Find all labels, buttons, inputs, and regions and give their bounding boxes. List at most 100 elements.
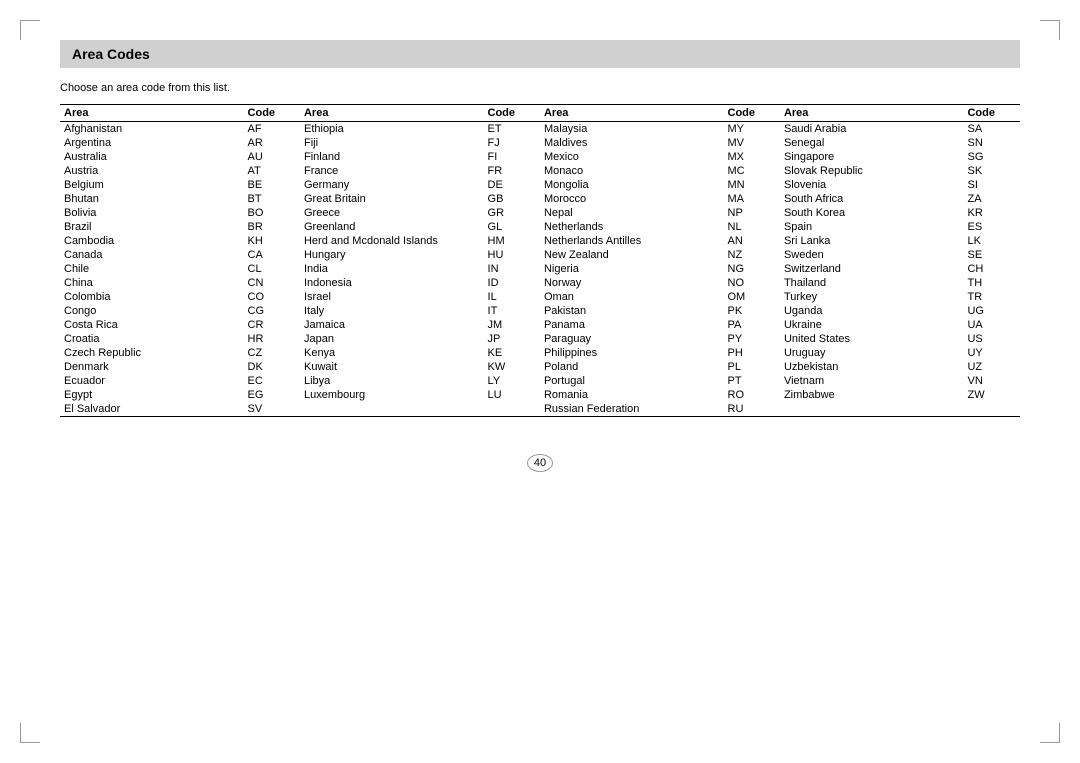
area-col1: Congo <box>60 304 244 318</box>
area-col1: Bhutan <box>60 192 244 206</box>
code-col1: AR <box>244 136 300 150</box>
area-col1: Bolivia <box>60 206 244 220</box>
table-row: Costa Rica CR Jamaica JM Panama PA Ukrai… <box>60 318 1020 332</box>
table-row: Cambodia KH Herd and Mcdonald Islands HM… <box>60 234 1020 248</box>
code-col1: CL <box>244 262 300 276</box>
code-col1: EG <box>244 388 300 402</box>
code-col2: IN <box>484 262 540 276</box>
code-col2: LY <box>484 374 540 388</box>
code-col2: FR <box>484 164 540 178</box>
area-col3: Maldives <box>540 136 724 150</box>
table-row: China CN Indonesia ID Norway NO Thailand… <box>60 276 1020 290</box>
code-col1: EC <box>244 374 300 388</box>
header-area-1: Area <box>60 105 244 122</box>
code-col1: AT <box>244 164 300 178</box>
area-col4: South Africa <box>780 192 964 206</box>
area-col1: El Salvador <box>60 402 244 417</box>
area-col1: Austria <box>60 164 244 178</box>
area-col3: Romania <box>540 388 724 402</box>
table-row: Canada CA Hungary HU New Zealand NZ Swed… <box>60 248 1020 262</box>
code-col3: PK <box>724 304 780 318</box>
area-col2: Hungary <box>300 248 484 262</box>
area-col3: Nigeria <box>540 262 724 276</box>
area-col4: Ukraine <box>780 318 964 332</box>
code-col2: GB <box>484 192 540 206</box>
area-col1: Czech Republic <box>60 346 244 360</box>
table-row: Brazil BR Greenland GL Netherlands NL Sp… <box>60 220 1020 234</box>
area-col4: United States <box>780 332 964 346</box>
table-row: Afghanistan AF Ethiopia ET Malaysia MY S… <box>60 122 1020 137</box>
code-col3: MY <box>724 122 780 137</box>
table-row: Colombia CO Israel IL Oman OM Turkey TR <box>60 290 1020 304</box>
code-col3: NO <box>724 276 780 290</box>
area-col1: Argentina <box>60 136 244 150</box>
area-col2 <box>300 402 484 417</box>
code-col2 <box>484 402 540 417</box>
area-col2: Kenya <box>300 346 484 360</box>
code-col4: ZA <box>963 192 1020 206</box>
header-code-2: Code <box>484 105 540 122</box>
area-col3: Morocco <box>540 192 724 206</box>
code-col2: HM <box>484 234 540 248</box>
table-row: Ecuador EC Libya LY Portugal PT Vietnam … <box>60 374 1020 388</box>
code-col4: UA <box>963 318 1020 332</box>
code-col2: HU <box>484 248 540 262</box>
area-col3: New Zealand <box>540 248 724 262</box>
code-col3: MX <box>724 150 780 164</box>
area-col2: Great Britain <box>300 192 484 206</box>
area-col4: Singapore <box>780 150 964 164</box>
area-col4: South Korea <box>780 206 964 220</box>
area-col1: Cambodia <box>60 234 244 248</box>
corner-mark-br <box>1040 723 1060 743</box>
area-col1: Denmark <box>60 360 244 374</box>
code-col1: BO <box>244 206 300 220</box>
code-col1: CZ <box>244 346 300 360</box>
area-col2: Fiji <box>300 136 484 150</box>
code-col4: VN <box>963 374 1020 388</box>
code-col1: KH <box>244 234 300 248</box>
area-col3: Norway <box>540 276 724 290</box>
area-col4: Slovenia <box>780 178 964 192</box>
header-area-4: Area <box>780 105 964 122</box>
corner-mark-bl <box>20 723 40 743</box>
area-col3: Monaco <box>540 164 724 178</box>
area-col3: Pakistan <box>540 304 724 318</box>
area-col1: Belgium <box>60 178 244 192</box>
area-col2: Finland <box>300 150 484 164</box>
code-col1: SV <box>244 402 300 417</box>
area-col3: Panama <box>540 318 724 332</box>
area-col4: Thailand <box>780 276 964 290</box>
area-col4: Turkey <box>780 290 964 304</box>
table-header-row: Area Code Area Code Area Code Area Code <box>60 105 1020 122</box>
page-number-container: 40 <box>60 457 1020 469</box>
code-col2: FJ <box>484 136 540 150</box>
table-row: Czech Republic CZ Kenya KE Philippines P… <box>60 346 1020 360</box>
area-col4: Vietnam <box>780 374 964 388</box>
area-col2: Libya <box>300 374 484 388</box>
area-col3: Portugal <box>540 374 724 388</box>
code-col3: OM <box>724 290 780 304</box>
area-col3: Mexico <box>540 150 724 164</box>
code-col4: US <box>963 332 1020 346</box>
code-col3: MC <box>724 164 780 178</box>
area-col4: Uruguay <box>780 346 964 360</box>
code-col3: NL <box>724 220 780 234</box>
area-col2: Italy <box>300 304 484 318</box>
code-col1: DK <box>244 360 300 374</box>
table-row: Bhutan BT Great Britain GB Morocco MA So… <box>60 192 1020 206</box>
code-col3: RU <box>724 402 780 417</box>
corner-mark-tl <box>20 20 40 40</box>
area-col1: China <box>60 276 244 290</box>
code-col2: ET <box>484 122 540 137</box>
area-col4: Zimbabwe <box>780 388 964 402</box>
area-col2: Japan <box>300 332 484 346</box>
table-row: Australia AU Finland FI Mexico MX Singap… <box>60 150 1020 164</box>
header-code-1: Code <box>244 105 300 122</box>
code-col3: NZ <box>724 248 780 262</box>
title-bar: Area Codes <box>60 40 1020 68</box>
area-col1: Colombia <box>60 290 244 304</box>
area-col4: Uzbekistan <box>780 360 964 374</box>
area-col2: Indonesia <box>300 276 484 290</box>
area-col2: Israel <box>300 290 484 304</box>
area-col2: Greenland <box>300 220 484 234</box>
